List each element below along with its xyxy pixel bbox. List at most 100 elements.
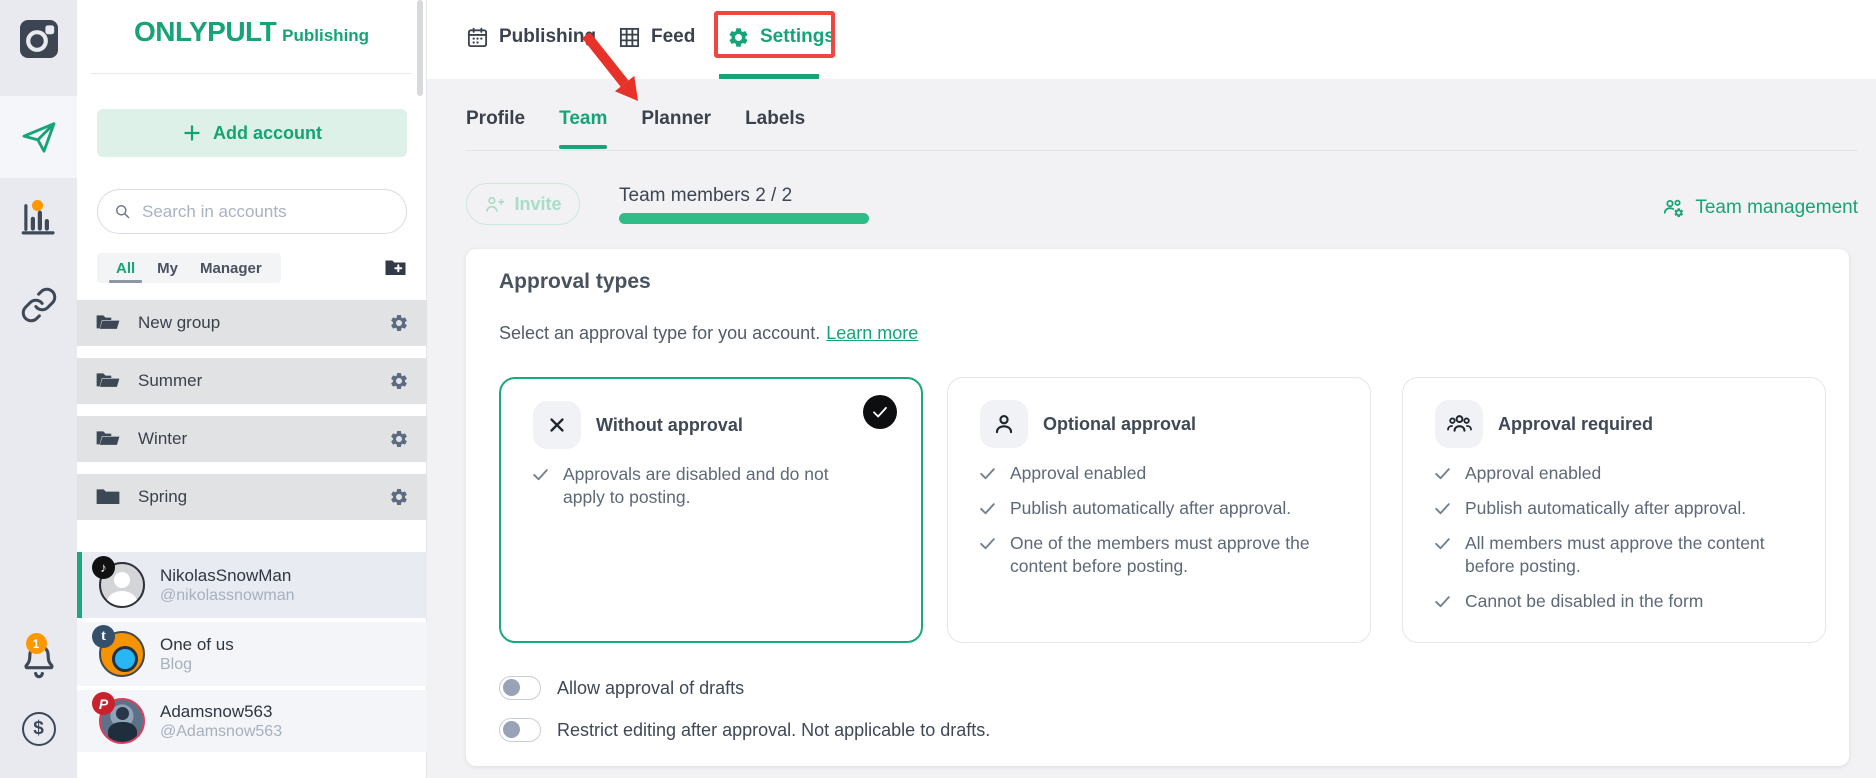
tab-planner[interactable]: Planner	[641, 108, 711, 138]
folder-open-icon	[95, 310, 121, 336]
allow-drafts-toggle[interactable]	[499, 676, 541, 700]
group-row[interactable]: Winter	[77, 416, 427, 462]
x-icon	[533, 401, 581, 449]
dollar-icon: $	[22, 712, 56, 746]
add-account-button[interactable]: Add account	[97, 109, 407, 157]
onlypult-logo[interactable]: ONLYPULT Publishing	[77, 16, 426, 48]
settings-active-underline	[719, 74, 819, 79]
check-icon	[531, 465, 550, 484]
approval-option-without[interactable]: Without approval Approvals are disabled …	[499, 377, 923, 643]
nav-publishing-label: Publishing	[499, 26, 596, 48]
toggle-row-allow-drafts: Allow approval of drafts	[499, 676, 744, 700]
check-icon	[1433, 499, 1452, 518]
approval-option-required[interactable]: Approval required Approval enabled Publi…	[1402, 377, 1826, 643]
learn-more-link[interactable]: Learn more	[826, 323, 918, 343]
top-navigation: Publishing Feed Settings	[427, 0, 1876, 79]
tumblr-t-glyph: t	[101, 628, 106, 645]
option-bullet: Publish automatically after approval.	[978, 497, 1318, 520]
tumblr-badge-icon: t	[92, 625, 115, 648]
plus-icon	[182, 123, 202, 143]
option-title: Approval required	[1498, 414, 1653, 435]
filter-tab-manager[interactable]: Manager	[189, 253, 273, 283]
check-icon	[978, 534, 997, 553]
sidebar-scrollbar[interactable]	[417, 0, 423, 96]
pinterest-p-glyph: P	[99, 696, 108, 712]
filter-tab-all[interactable]: All	[105, 253, 146, 283]
accounts-sidebar: ONLYPULT Publishing Add account All My Ma…	[77, 0, 427, 778]
team-management-label: Team management	[1695, 197, 1858, 219]
logo-suffix: Publishing	[282, 26, 369, 45]
gear-icon	[727, 26, 750, 49]
approval-option-optional[interactable]: Optional approval Approval enabled Publi…	[947, 377, 1371, 643]
nav-feed[interactable]: Feed	[618, 0, 695, 74]
person-icon	[980, 400, 1028, 448]
folder-closed-icon	[95, 484, 121, 510]
group-settings-gear-icon[interactable]	[389, 487, 409, 507]
link-icon	[20, 286, 58, 324]
option-title: Optional approval	[1043, 414, 1196, 435]
account-row[interactable]: t One of us Blog	[77, 622, 427, 686]
settings-subtabs: Profile Team Planner Labels	[466, 108, 805, 138]
group-label: Summer	[138, 371, 202, 391]
sidebar-item-analytics[interactable]	[0, 192, 77, 244]
option-bullet: Approval enabled	[1433, 462, 1773, 485]
sidebar-item-notifications[interactable]: 1	[0, 634, 77, 688]
search-box	[97, 189, 407, 234]
instagram-camera-icon[interactable]	[0, 8, 77, 70]
group-row[interactable]: New group	[77, 300, 427, 346]
add-folder-icon[interactable]	[383, 256, 408, 280]
team-members-progress-bar	[619, 213, 869, 224]
check-icon	[1433, 592, 1452, 611]
invite-button[interactable]: Invite	[466, 183, 580, 225]
tiktok-note-glyph: ♪	[100, 560, 107, 575]
option-bullet: All members must approve the content bef…	[1433, 532, 1773, 578]
check-icon	[978, 499, 997, 518]
account-name: NikolasSnowMan	[160, 565, 295, 586]
account-row[interactable]: P Adamsnow563 @Adamsnow563	[77, 690, 427, 752]
check-icon	[871, 403, 889, 421]
group-settings-gear-icon[interactable]	[389, 429, 409, 449]
team-management-link[interactable]: Team management	[1662, 196, 1858, 220]
sidebar-item-links[interactable]	[0, 280, 77, 330]
account-handle: @Adamsnow563	[160, 722, 282, 742]
camera-icon	[15, 15, 63, 63]
search-input[interactable]	[142, 202, 391, 222]
search-icon	[113, 202, 132, 221]
account-handle: Blog	[160, 655, 234, 675]
group-settings-gear-icon[interactable]	[389, 313, 409, 333]
nav-settings[interactable]: Settings	[727, 0, 835, 74]
team-management-icon	[1662, 196, 1686, 220]
group-row[interactable]: Summer	[77, 358, 427, 404]
sidebar-item-billing[interactable]: $	[0, 704, 77, 754]
option-bullet: Cannot be disabled in the form	[1433, 590, 1773, 613]
onlypult-app: 1 $ ONLYPULT Publishing Add account	[0, 0, 1876, 778]
notification-count-badge: 1	[26, 633, 47, 654]
toggle-label: Restrict editing after approval. Not app…	[557, 720, 990, 741]
account-row-selected[interactable]: ♪ NikolasSnowMan @nikolassnowman	[77, 552, 427, 618]
check-icon	[1433, 534, 1452, 553]
restrict-editing-toggle[interactable]	[499, 718, 541, 742]
tab-team[interactable]: Team	[559, 108, 607, 138]
main-area: Publishing Feed Settings Profile Team Pl…	[427, 0, 1876, 778]
folder-open-icon	[95, 368, 121, 394]
tab-profile[interactable]: Profile	[466, 108, 525, 138]
account-handle: @nikolassnowman	[160, 586, 295, 606]
filter-tab-my[interactable]: My	[146, 253, 189, 283]
logo-text: ONLYPULT	[134, 16, 276, 47]
nav-settings-label: Settings	[760, 26, 835, 48]
sidebar-item-publishing[interactable]	[0, 96, 77, 178]
account-name: One of us	[160, 634, 234, 655]
option-title: Without approval	[596, 415, 743, 436]
toggle-label: Allow approval of drafts	[557, 678, 744, 699]
group-row[interactable]: Spring	[77, 474, 427, 520]
card-title: Approval types	[499, 270, 651, 294]
group-settings-gear-icon[interactable]	[389, 371, 409, 391]
nav-publishing[interactable]: Publishing	[466, 0, 596, 74]
invite-label: Invite	[514, 194, 561, 215]
tab-labels[interactable]: Labels	[745, 108, 805, 138]
nav-feed-label: Feed	[651, 26, 695, 48]
check-icon	[978, 464, 997, 483]
sidebar-divider	[91, 73, 412, 74]
account-filter-tabs: All My Manager	[97, 253, 281, 283]
option-bullet: Approvals are disabled and do not apply …	[531, 463, 871, 509]
